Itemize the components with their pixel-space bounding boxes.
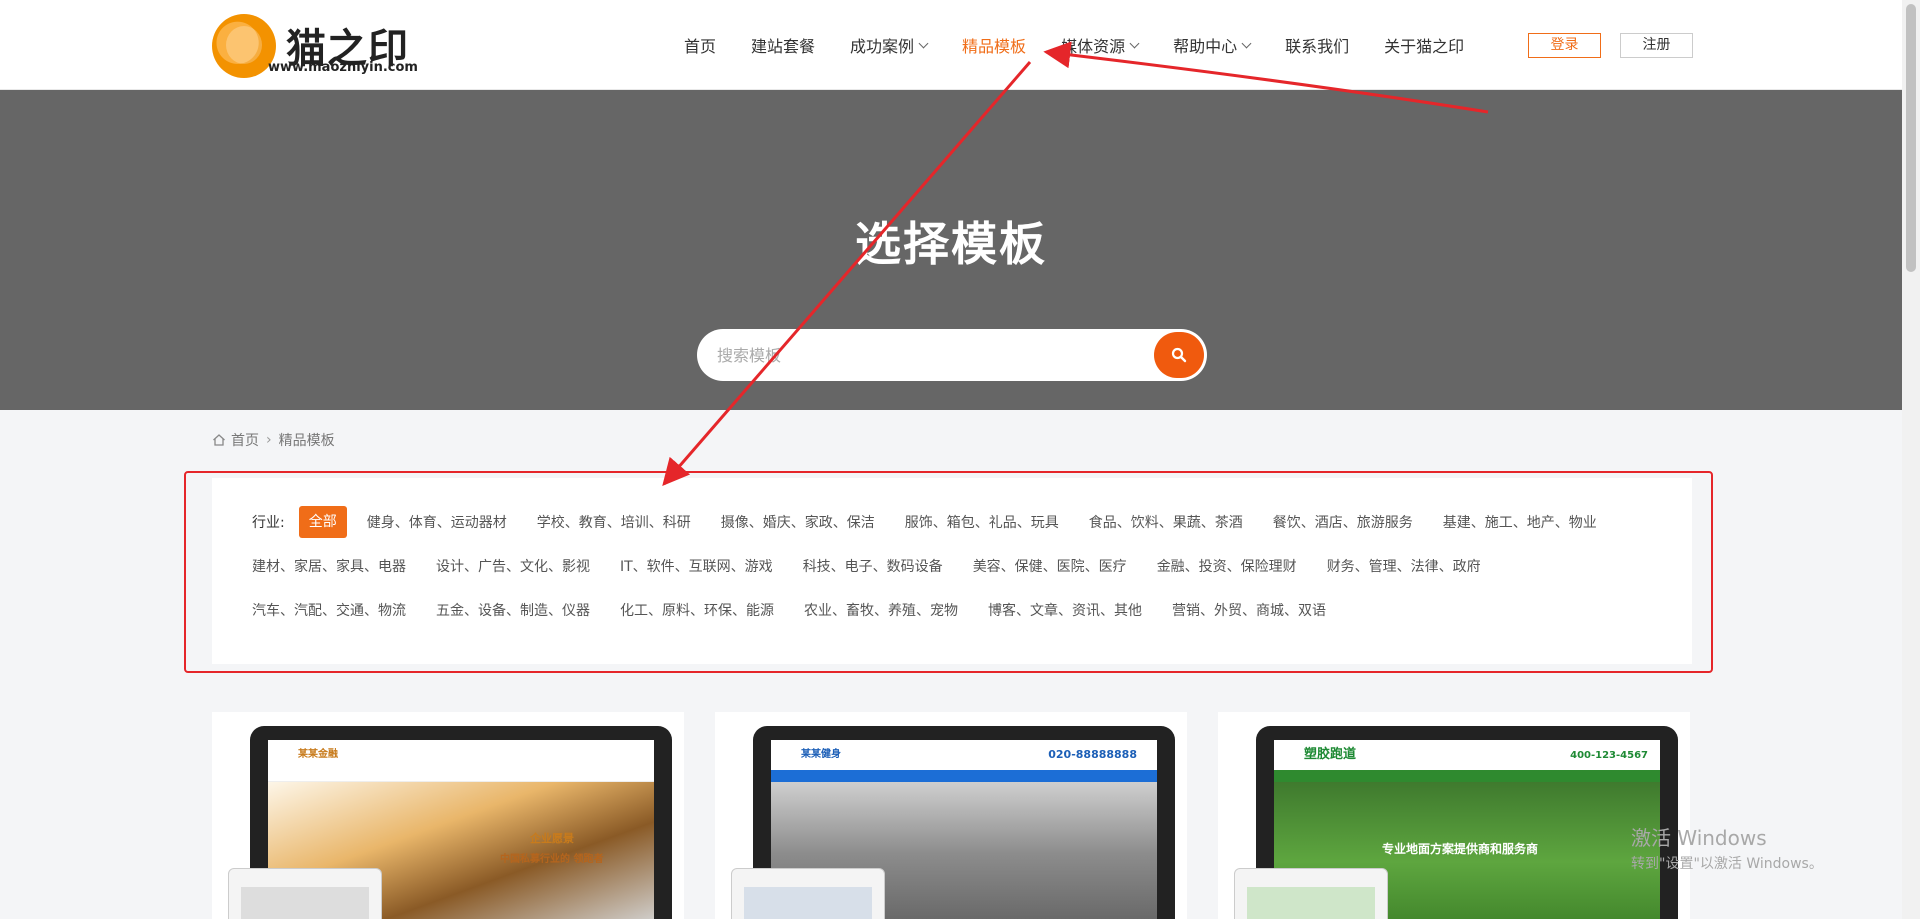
site-header: 猫之印 www.maozhiyin.com 首页 建站套餐 成功案例 精品模板 …: [0, 0, 1902, 90]
watermark-line: 激活 Windows: [1631, 826, 1767, 850]
breadcrumb-home[interactable]: 首页: [231, 430, 259, 450]
tablet-frame: [1234, 868, 1388, 919]
windows-activation-watermark: 激活 Windows 转到"设置"以激活 Windows。: [1631, 822, 1823, 873]
tablet-frame: [731, 868, 885, 919]
preview-nav: [1274, 770, 1660, 782]
main-nav: 首页 建站套餐 成功案例 精品模板 媒体资源 帮助中心 联系我们 关于猫之印: [684, 0, 1499, 90]
tablet-frame: [228, 868, 382, 919]
preview-brand: 某某金融: [268, 740, 654, 770]
search-box: [697, 329, 1207, 381]
template-card[interactable]: 塑胶跑道 400-123-4567 专业地面方案提供商和服务商: [1218, 712, 1690, 919]
preview-caption: 专业地面方案提供商和服务商: [1382, 842, 1539, 856]
breadcrumb-current: 精品模板: [278, 433, 335, 449]
template-card[interactable]: 某某金融 企业愿景 中国私募行业的 领跑者: [212, 712, 684, 919]
hero-banner: 选择模板: [0, 90, 1902, 410]
template-card[interactable]: 某某健身 020-88888888: [715, 712, 1187, 919]
search-input[interactable]: [717, 329, 1117, 381]
preview-phone: 400-123-4567: [1570, 750, 1648, 761]
preview-caption: 中国私募行业的 领跑者: [500, 854, 604, 865]
nav-cases[interactable]: 成功案例: [850, 33, 929, 57]
tablet-preview: [241, 887, 369, 919]
annotation-highlight-box: [184, 471, 1713, 673]
preview-nav: [268, 770, 654, 782]
breadcrumb: 首页 › 精品模板: [212, 430, 335, 450]
login-button[interactable]: 登录: [1528, 33, 1601, 58]
chevron-down-icon: [1129, 38, 1140, 48]
scrollbar[interactable]: [1902, 0, 1920, 919]
nav-help[interactable]: 帮助中心: [1173, 33, 1252, 57]
preview-phone: 020-88888888: [1048, 748, 1137, 761]
search-icon: [1171, 347, 1187, 363]
site-logo[interactable]: 猫之印 www.maozhiyin.com: [212, 14, 422, 78]
nav-media[interactable]: 媒体资源: [1061, 33, 1140, 57]
search-button[interactable]: [1154, 332, 1204, 378]
scrollbar-thumb[interactable]: [1906, 4, 1916, 272]
preview-nav: [771, 770, 1157, 782]
cat-paw-logo-icon: [212, 14, 276, 78]
logo-url: www.maozhiyin.com: [268, 60, 418, 75]
nav-contact[interactable]: 联系我们: [1285, 33, 1349, 57]
register-button[interactable]: 注册: [1620, 33, 1693, 58]
nav-packages[interactable]: 建站套餐: [751, 33, 815, 57]
nav-home[interactable]: 首页: [684, 33, 716, 57]
preview-caption: 企业愿景: [530, 832, 574, 845]
nav-about[interactable]: 关于猫之印: [1384, 33, 1464, 57]
tablet-preview: [744, 887, 872, 919]
breadcrumb-separator: ›: [266, 432, 272, 448]
page-title: 选择模板: [855, 217, 1047, 271]
home-icon: [213, 434, 225, 446]
nav-templates[interactable]: 精品模板: [962, 33, 1026, 57]
tablet-preview: [1247, 887, 1375, 919]
chevron-down-icon: [918, 38, 929, 48]
watermark-line: 转到"设置"以激活 Windows。: [1631, 856, 1823, 872]
chevron-down-icon: [1241, 38, 1252, 48]
